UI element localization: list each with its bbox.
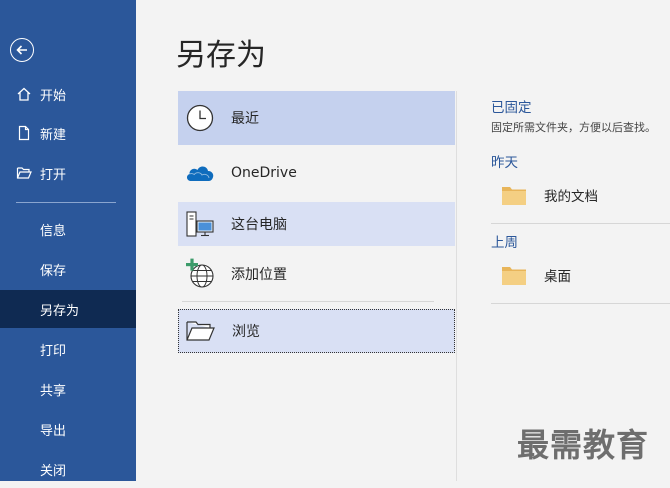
pane-divider <box>456 91 457 481</box>
sidebar-item-label: 另存为 <box>40 303 80 319</box>
sidebar-item-open[interactable]: 打开 <box>0 154 136 192</box>
location-add-place[interactable]: 添加位置 <box>178 252 455 296</box>
sidebar-item-save-as[interactable]: 另存为 <box>0 290 136 328</box>
last-week-title: 上周 <box>491 235 518 251</box>
sidebar-item-label: 关闭 <box>40 463 67 479</box>
computer-icon <box>180 209 220 239</box>
location-label: 这台电脑 <box>231 217 287 233</box>
sidebar-item-label: 导出 <box>40 423 67 439</box>
clock-icon <box>180 103 220 133</box>
browse-folder-icon <box>181 318 221 344</box>
location-this-pc[interactable]: 这台电脑 <box>178 202 455 246</box>
location-label: 浏览 <box>232 324 260 340</box>
folder-icon <box>501 264 527 286</box>
sidebar-item-print[interactable]: 打印 <box>0 330 136 368</box>
back-arrow-icon[interactable] <box>10 38 34 62</box>
sidebar-divider <box>16 202 116 203</box>
home-icon <box>16 86 32 102</box>
sidebar-item-new[interactable]: 新建 <box>0 114 136 152</box>
sidebar-item-close[interactable]: 关闭 <box>0 450 136 488</box>
location-recent[interactable]: 最近 <box>178 91 455 145</box>
sidebar-item-export[interactable]: 导出 <box>0 410 136 448</box>
sidebar-item-label: 打开 <box>40 167 67 183</box>
list-separator <box>491 303 670 304</box>
folder-label: 我的文档 <box>544 189 598 205</box>
backstage-sidebar: 开始 新建 打开 信息 保存 另存为 打印 共享 导出 关闭 <box>0 0 136 481</box>
list-separator <box>491 223 670 224</box>
watermark: 最需教育 <box>517 426 650 464</box>
sidebar-item-save[interactable]: 保存 <box>0 250 136 288</box>
sidebar-item-label: 打印 <box>40 343 67 359</box>
sidebar-item-info[interactable]: 信息 <box>0 210 136 248</box>
sidebar-item-label: 信息 <box>40 223 67 239</box>
pinned-title: 已固定 <box>491 100 532 116</box>
onedrive-cloud-icon <box>180 162 220 184</box>
location-label: OneDrive <box>231 165 297 181</box>
sidebar-item-home[interactable]: 开始 <box>0 75 136 113</box>
sidebar-item-label: 共享 <box>40 383 67 399</box>
folder-item[interactable]: 桌面 <box>491 252 670 298</box>
folder-item[interactable]: 我的文档 <box>491 172 670 218</box>
location-browse[interactable]: 浏览 <box>178 309 455 353</box>
location-separator <box>182 301 434 302</box>
new-document-icon <box>16 125 32 141</box>
pinned-description: 固定所需文件夹，方便以后查找。 <box>491 121 656 134</box>
folder-label: 桌面 <box>544 269 571 285</box>
open-folder-icon <box>16 165 32 181</box>
location-label: 最近 <box>231 111 259 127</box>
page-title: 另存为 <box>176 38 266 73</box>
sidebar-item-share[interactable]: 共享 <box>0 370 136 408</box>
sidebar-item-label: 新建 <box>40 127 67 143</box>
add-location-icon <box>180 258 220 290</box>
sidebar-item-label: 保存 <box>40 263 67 279</box>
location-label: 添加位置 <box>231 267 287 283</box>
sidebar-item-label: 开始 <box>40 88 67 104</box>
folder-icon <box>501 184 527 206</box>
location-onedrive[interactable]: OneDrive <box>178 151 455 195</box>
yesterday-title: 昨天 <box>491 155 518 171</box>
